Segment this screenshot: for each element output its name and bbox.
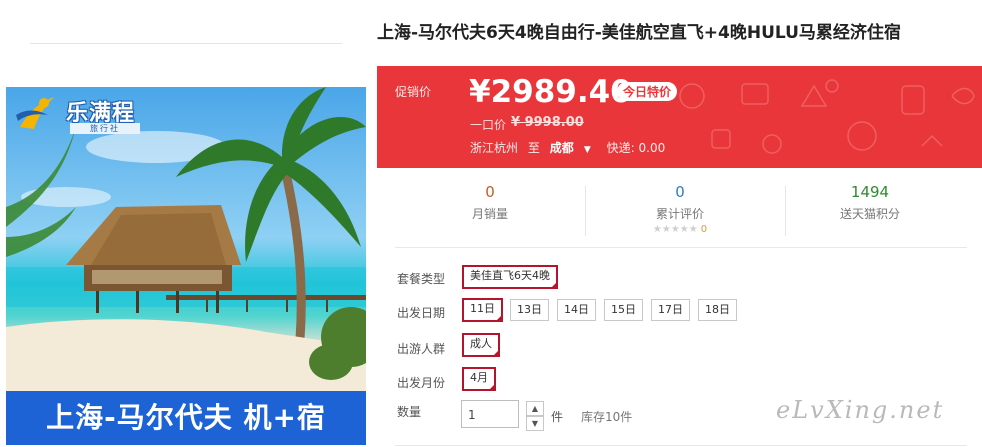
image-banner: 上海-马尔代夫 机+宿 [6, 391, 366, 445]
decorative-pattern-icon [679, 79, 975, 154]
shipping-row: 浙江杭州 至 成都 ▼ 快递: 0.00 [470, 139, 671, 156]
traveler-option[interactable]: 成人 [462, 333, 500, 359]
chevron-down-icon: ▼ [531, 419, 539, 428]
chevron-up-icon: ▲ [531, 404, 539, 413]
gallery-top-divider [30, 43, 342, 44]
stat-points: 1494 送天猫积分 [770, 176, 970, 236]
points-value: 1494 [850, 183, 890, 201]
today-special-badge: 今日特价 [617, 82, 678, 101]
monthly-sales-value: 0 [485, 183, 495, 201]
to-label: 至 [527, 141, 540, 155]
date-option[interactable]: 18日 [698, 299, 737, 321]
product-stats: 0 月销量 0 累计评价 ★★★★★ 0 1494 送天猫积分 [377, 176, 982, 246]
price-panel: 促销价 ¥2989.40 今日特价 一口价 ¥ 9998.00 浙江杭州 至 成… [377, 66, 982, 168]
logo-mark-icon [16, 97, 54, 129]
original-price-label: 一口价 [470, 118, 507, 132]
date-option[interactable]: 14日 [557, 299, 596, 321]
brand-logo[interactable]: 乐满程 旅行社 [14, 93, 154, 137]
departure-month-label: 出发月份 [397, 376, 446, 390]
reviews-label: 累计评价 [655, 207, 704, 221]
rating-score: 0 [700, 224, 708, 235]
date-option[interactable]: 13日 [510, 299, 549, 321]
reviews-value: 0 [675, 183, 685, 201]
quantity-increase-button[interactable]: ▲ [526, 401, 544, 416]
departure-date-label: 出发日期 [397, 306, 446, 320]
promo-price: ¥2989.40 [469, 74, 632, 110]
quantity-unit: 件 [551, 410, 564, 424]
points-label: 送天猫积分 [839, 207, 900, 221]
shipping-fee: 快递: 0.00 [606, 141, 666, 155]
stats-bottom-divider [395, 247, 967, 248]
stat-reviews[interactable]: 0 累计评价 ★★★★★ 0 [580, 176, 780, 236]
original-price: ¥ 9998.00 [511, 115, 584, 130]
quantity-decrease-button[interactable]: ▼ [526, 416, 544, 431]
package-option[interactable]: 美佳直飞6天4晚 [462, 265, 558, 291]
origin-city: 浙江杭州 [470, 141, 519, 155]
stock-count: 库存10件 [581, 410, 633, 424]
destination-city: 成都 [549, 141, 574, 155]
options-bottom-divider [395, 445, 967, 446]
product-main-image[interactable]: 乐满程 旅行社 上海-马尔代夫 机+宿 [6, 87, 366, 445]
stat-monthly-sales: 0 月销量 [390, 176, 590, 236]
date-option[interactable]: 15日 [604, 299, 643, 321]
monthly-sales-label: 月销量 [471, 207, 508, 221]
quantity-label: 数量 [397, 405, 422, 419]
product-title: 上海-马尔代夫6天4晚自由行-美佳航空直飞+4晚HULU马累经济住宿 [377, 23, 901, 43]
promo-price-label: 促销价 [395, 85, 432, 99]
star-icons: ★★★★★ [652, 224, 698, 235]
site-watermark: eLvXing.net [776, 396, 945, 424]
traveler-type-label: 出游人群 [397, 342, 446, 356]
date-option[interactable]: 11日 [462, 298, 503, 324]
package-type-label: 套餐类型 [397, 272, 446, 286]
chevron-down-icon: ▼ [583, 145, 591, 155]
month-option[interactable]: 4月 [462, 367, 496, 393]
logo-subtitle: 旅行社 [70, 123, 140, 134]
quantity-input[interactable]: 1 [461, 400, 519, 428]
rating-stars: ★★★★★ 0 [580, 224, 780, 235]
date-option[interactable]: 17日 [651, 299, 690, 321]
destination-selector[interactable]: 成都 ▼ [550, 141, 597, 155]
